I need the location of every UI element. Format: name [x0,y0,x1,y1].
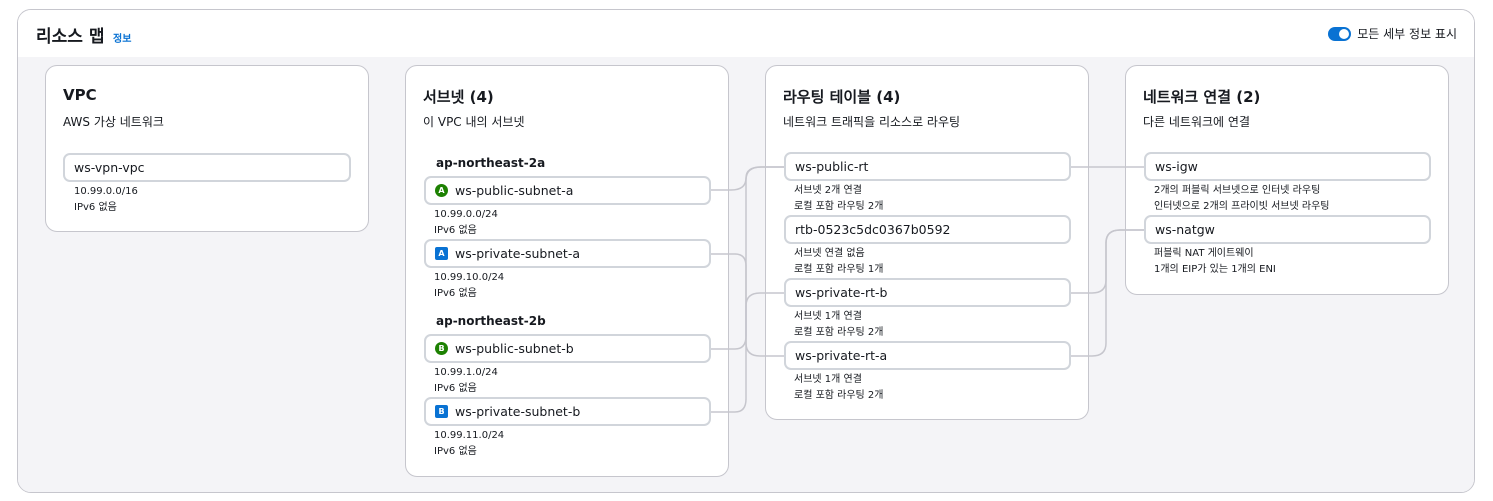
route-table-node-private-a[interactable]: ws-private-rt-a [784,341,1071,370]
route-table-node-public[interactable]: ws-public-rt [784,152,1071,181]
route-table-routes: 로컬 포함 라우팅 2개 [794,201,884,212]
subnet-meta: 10.99.11.0/24 IPv6 없음 [434,428,504,460]
route-table-meta: 서브넷 연결 없음 로컬 포함 라우팅 1개 [794,246,884,278]
connection-meta: 2개의 퍼블릭 서브넷으로 인터넷 라우팅 인터넷으로 2개의 프라이빗 서브넷… [1154,183,1329,215]
toggle-switch[interactable] [1328,26,1352,41]
az-label-2b: ap-northeast-2b [436,314,546,328]
subnet-ipv6: IPv6 없음 [434,225,477,236]
private-subnet-icon: B [435,405,448,418]
connection-node-igw[interactable]: ws-igw [1144,152,1431,181]
route-table-routes: 로컬 포함 라우팅 2개 [794,327,884,338]
private-subnet-icon: A [435,247,448,260]
vpc-meta: 10.99.0.0/16 IPv6 없음 [74,184,138,216]
connection-meta: 퍼블릭 NAT 게이트웨이 1개의 EIP가 있는 1개의 ENI [1154,246,1276,278]
subnet-cidr: 10.99.11.0/24 [434,430,505,441]
route-table-name: ws-private-rt-b [795,285,888,300]
subnet-meta: 10.99.10.0/24 IPv6 없음 [434,270,504,302]
resource-map-title: 리소스 맵 [36,27,105,47]
resource-map-header: 리소스 맵 정보 모든 세부 정보 표시 [18,10,1474,57]
route-tables-card-subtitle: 네트워크 트래픽을 리소스로 라우팅 [783,115,961,129]
subnet-name: ws-private-subnet-b [455,404,581,419]
subnet-node-private-b[interactable]: B ws-private-subnet-b [424,397,711,426]
public-subnet-icon: B [435,342,448,355]
route-table-node-private-b[interactable]: ws-private-rt-b [784,278,1071,307]
route-table-name: rtb-0523c5dc0367b0592 [795,222,951,237]
connection-name: ws-igw [1155,159,1198,174]
connection-detail: 2개의 퍼블릭 서브넷으로 인터넷 라우팅 [1154,185,1321,196]
connection-detail: 인터넷으로 2개의 프라이빗 서브넷 라우팅 [1154,201,1330,212]
route-table-routes: 로컬 포함 라우팅 2개 [794,390,884,401]
vpc-ipv6: IPv6 없음 [74,202,117,213]
toggle-knob [1339,28,1350,39]
subnet-cidr: 10.99.10.0/24 [434,272,505,283]
connection-node-natgw[interactable]: ws-natgw [1144,215,1431,244]
vpc-name: ws-vpn-vpc [74,160,145,175]
subnets-card-title: 서브넷 (4) [423,88,494,106]
subnet-ipv6: IPv6 없음 [434,446,477,457]
subnet-name: ws-private-subnet-a [455,246,581,261]
subnet-ipv6: IPv6 없음 [434,288,477,299]
subnet-node-private-a[interactable]: A ws-private-subnet-a [424,239,711,268]
toggle-label: 모든 세부 정보 표시 [1357,27,1457,41]
vpc-card-subtitle: AWS 가상 네트워크 [63,115,164,129]
route-table-name: ws-private-rt-a [795,348,888,363]
route-table-associations: 서브넷 1개 연결 [794,311,862,322]
subnet-meta: 10.99.0.0/24 IPv6 없음 [434,207,498,239]
az-label-2a: ap-northeast-2a [436,156,546,170]
route-table-meta: 서브넷 2개 연결 로컬 포함 라우팅 2개 [794,183,884,215]
route-table-routes: 로컬 포함 라우팅 1개 [794,264,884,275]
subnet-node-public-b[interactable]: B ws-public-subnet-b [424,334,711,363]
subnet-node-public-a[interactable]: A ws-public-subnet-a [424,176,711,205]
network-connections-card-subtitle: 다른 네트워크에 연결 [1143,115,1250,129]
vpc-node[interactable]: ws-vpn-vpc [63,153,351,182]
connection-name: ws-natgw [1155,222,1215,237]
subnet-cidr: 10.99.0.0/24 [434,209,498,220]
vpc-card-title: VPC [63,86,97,104]
route-table-name: ws-public-rt [795,159,869,174]
network-connections-card-title: 네트워크 연결 (2) [1143,88,1261,106]
subnet-ipv6: IPv6 없음 [434,383,477,394]
connection-detail: 1개의 EIP가 있는 1개의 ENI [1154,264,1276,275]
route-table-associations: 서브넷 2개 연결 [794,185,862,196]
subnets-card-subtitle: 이 VPC 내의 서브넷 [423,115,525,129]
route-table-node-main[interactable]: rtb-0523c5dc0367b0592 [784,215,1071,244]
vpc-cidr: 10.99.0.0/16 [74,186,138,197]
route-table-associations: 서브넷 연결 없음 [794,248,865,259]
info-link[interactable]: 정보 [113,30,131,45]
subnet-name: ws-public-subnet-a [455,183,574,198]
route-table-meta: 서브넷 1개 연결 로컬 포함 라우팅 2개 [794,372,884,404]
route-tables-card-title: 라우팅 테이블 (4) [783,88,901,106]
show-all-details-toggle[interactable]: 모든 세부 정보 표시 [1328,25,1457,42]
subnet-meta: 10.99.1.0/24 IPv6 없음 [434,365,498,397]
subnet-name: ws-public-subnet-b [455,341,574,356]
public-subnet-icon: A [435,184,448,197]
connection-detail: 퍼블릭 NAT 게이트웨이 [1154,248,1254,259]
route-table-associations: 서브넷 1개 연결 [794,374,862,385]
subnet-cidr: 10.99.1.0/24 [434,367,498,378]
route-table-meta: 서브넷 1개 연결 로컬 포함 라우팅 2개 [794,309,884,341]
